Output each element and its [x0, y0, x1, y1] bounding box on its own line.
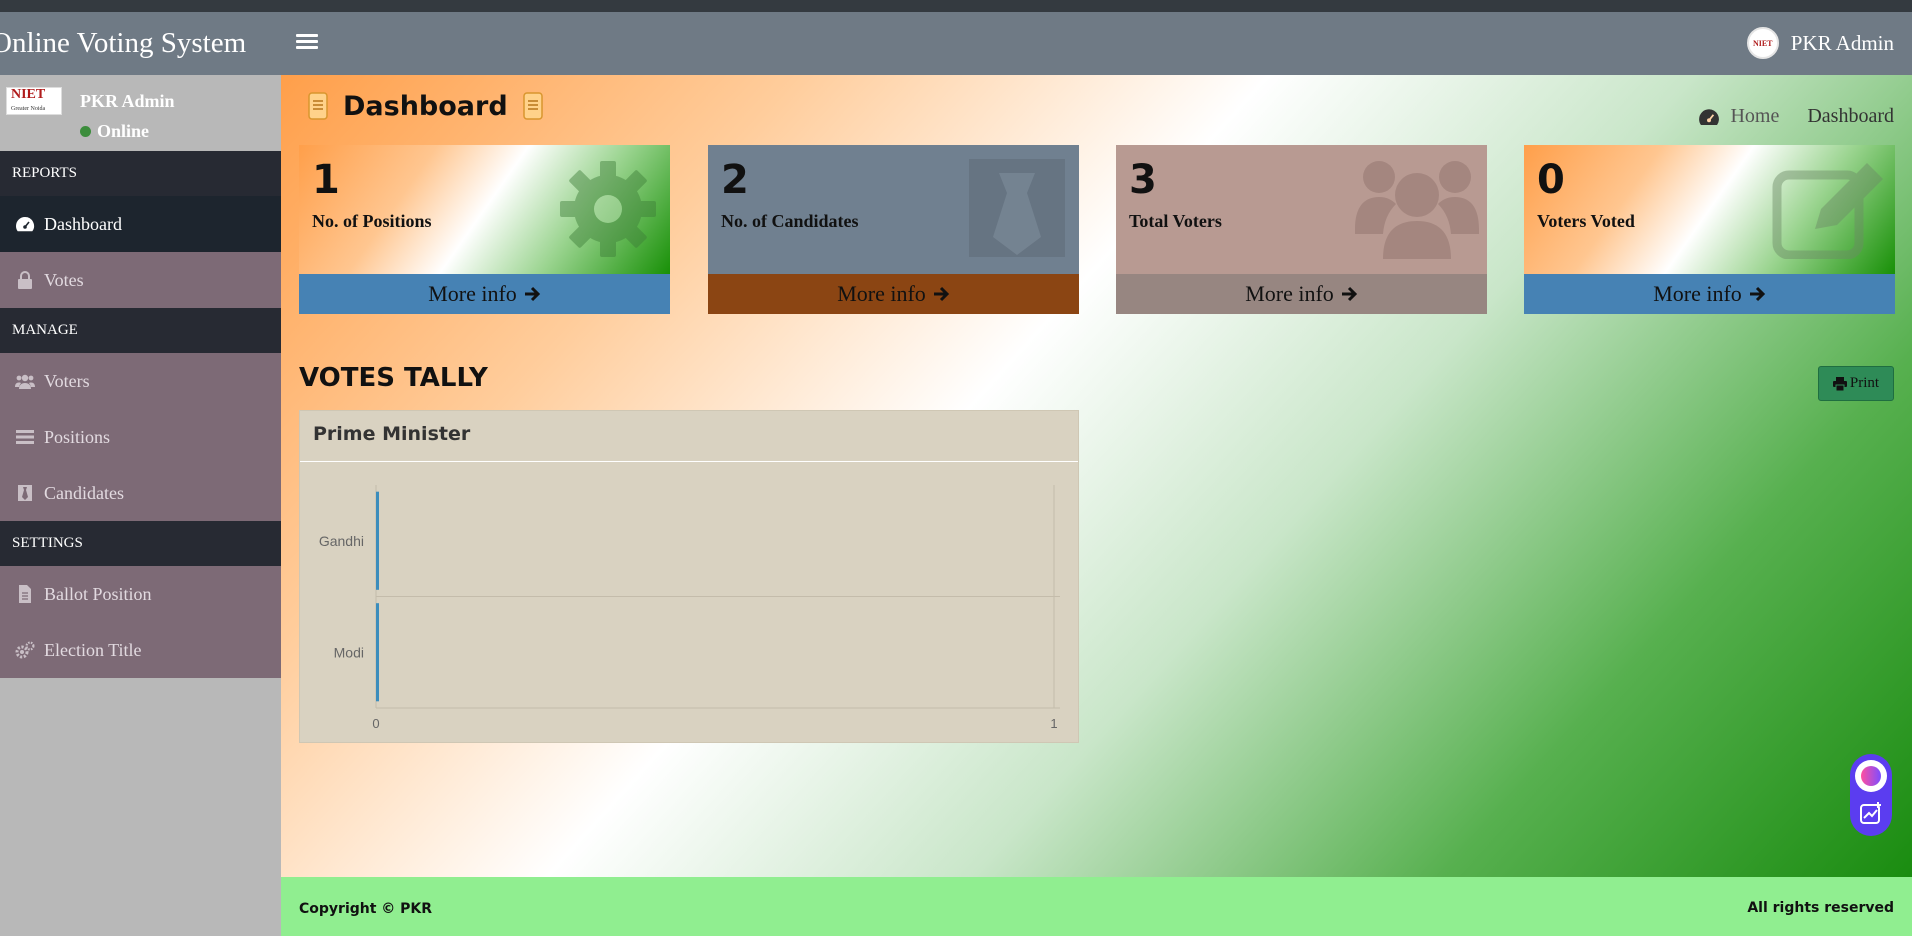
category-label: Gandhi	[319, 533, 364, 549]
votes-bar-chart: Gandhi Modi 0 1	[319, 485, 1060, 731]
user-panel: NIET Greater Noida PKR Admin Online	[0, 75, 281, 151]
footer-rights: All rights reserved	[1747, 900, 1894, 916]
x-tick-label: 1	[1050, 716, 1057, 731]
cogs-icon	[14, 641, 36, 659]
sidebar: NIET Greater Noida PKR Admin Online REPOR…	[0, 75, 281, 936]
more-info-link[interactable]: More info	[1116, 274, 1487, 314]
online-status: Online	[80, 121, 149, 142]
lock-icon	[14, 271, 36, 289]
category-label: Modi	[334, 644, 364, 660]
sidebar-item-voters[interactable]: Voters	[0, 353, 281, 409]
votes-tally-heading: VOTES TALLY	[299, 363, 488, 393]
dashboard-icon	[14, 215, 36, 233]
section-header-manage: MANAGE	[0, 308, 281, 353]
bar-gandhi	[376, 491, 379, 590]
stat-box-positions: 1 No. of Positions More info	[299, 145, 670, 314]
sidebar-item-dashboard[interactable]: Dashboard	[0, 196, 281, 252]
breadcrumb-current: Dashboard	[1807, 105, 1894, 127]
bar-modi	[376, 603, 379, 702]
user-menu-name: PKR Admin	[1790, 30, 1894, 55]
floating-widget[interactable]	[1850, 754, 1892, 836]
edit-icon	[1772, 163, 1883, 259]
avatar: NIET	[1746, 27, 1779, 59]
stat-box-voters-voted: 0 Voters Voted More info	[1524, 145, 1895, 314]
users-icon	[1355, 161, 1479, 259]
sidebar-item-ballot-position[interactable]: Ballot Position	[0, 566, 281, 622]
top-strip	[0, 0, 1912, 12]
online-dot-icon	[80, 126, 91, 137]
main-content: Dashboard Home Dashboard 1 No. of Positi…	[281, 75, 1912, 877]
arrow-right-icon	[524, 286, 540, 302]
breadcrumb: Home Dashboard	[1698, 105, 1894, 128]
tasks-icon	[14, 428, 36, 446]
main-header: Online Voting System NIET PKR Admin	[0, 12, 1912, 75]
chart-title: Prime Minister	[300, 411, 1078, 462]
gear-icon	[560, 161, 656, 257]
footer-copyright: Copyright © PKR	[299, 901, 433, 917]
dashboard-icon	[1699, 108, 1720, 125]
chart-card-prime-minister: Prime Minister Gandhi Modi 0 1	[299, 410, 1079, 743]
brand-text: Online Voting System	[0, 27, 247, 59]
users-icon	[14, 372, 36, 390]
sidebar-toggle-icon[interactable]	[296, 34, 318, 54]
sidebar-item-candidates[interactable]: Candidates	[0, 465, 281, 521]
app-logo[interactable]: Online Voting System	[0, 12, 281, 75]
scroll-icon	[522, 92, 543, 120]
stat-box-total-voters: 3 Total Voters More info	[1116, 145, 1487, 314]
print-button[interactable]: Print	[1818, 366, 1894, 401]
more-info-link[interactable]: More info	[1524, 274, 1895, 314]
stat-box-candidates: 2 No. of Candidates More info	[708, 145, 1079, 314]
user-menu[interactable]: NIET PKR Admin	[1746, 26, 1894, 60]
section-header-reports: REPORTS	[0, 151, 281, 196]
chart-add-icon[interactable]	[1860, 802, 1882, 824]
sidebar-item-election-title[interactable]: Election Title	[0, 622, 281, 678]
arrow-right-icon	[1341, 286, 1357, 302]
assistant-icon[interactable]	[1855, 760, 1887, 792]
sidebar-item-positions[interactable]: Positions	[0, 409, 281, 465]
tie-icon	[969, 159, 1065, 257]
more-info-link[interactable]: More info	[299, 274, 670, 314]
sidebar-user-name: PKR Admin	[80, 91, 175, 111]
arrow-right-icon	[933, 286, 949, 302]
print-icon	[1832, 376, 1847, 391]
file-text-icon	[14, 585, 36, 603]
more-info-link[interactable]: More info	[708, 274, 1079, 314]
breadcrumb-home[interactable]: Home	[1698, 105, 1779, 128]
arrow-right-icon	[1749, 286, 1765, 302]
niet-logo: NIET Greater Noida	[6, 87, 62, 115]
x-tick-label: 0	[372, 716, 379, 731]
section-header-settings: SETTINGS	[0, 521, 281, 566]
sidebar-item-votes[interactable]: Votes	[0, 252, 281, 308]
scroll-icon	[308, 92, 328, 120]
footer: Copyright © PKR All rights reserved	[281, 877, 1912, 936]
page-title: Dashboard	[305, 90, 546, 122]
black-tie-icon	[14, 484, 36, 502]
